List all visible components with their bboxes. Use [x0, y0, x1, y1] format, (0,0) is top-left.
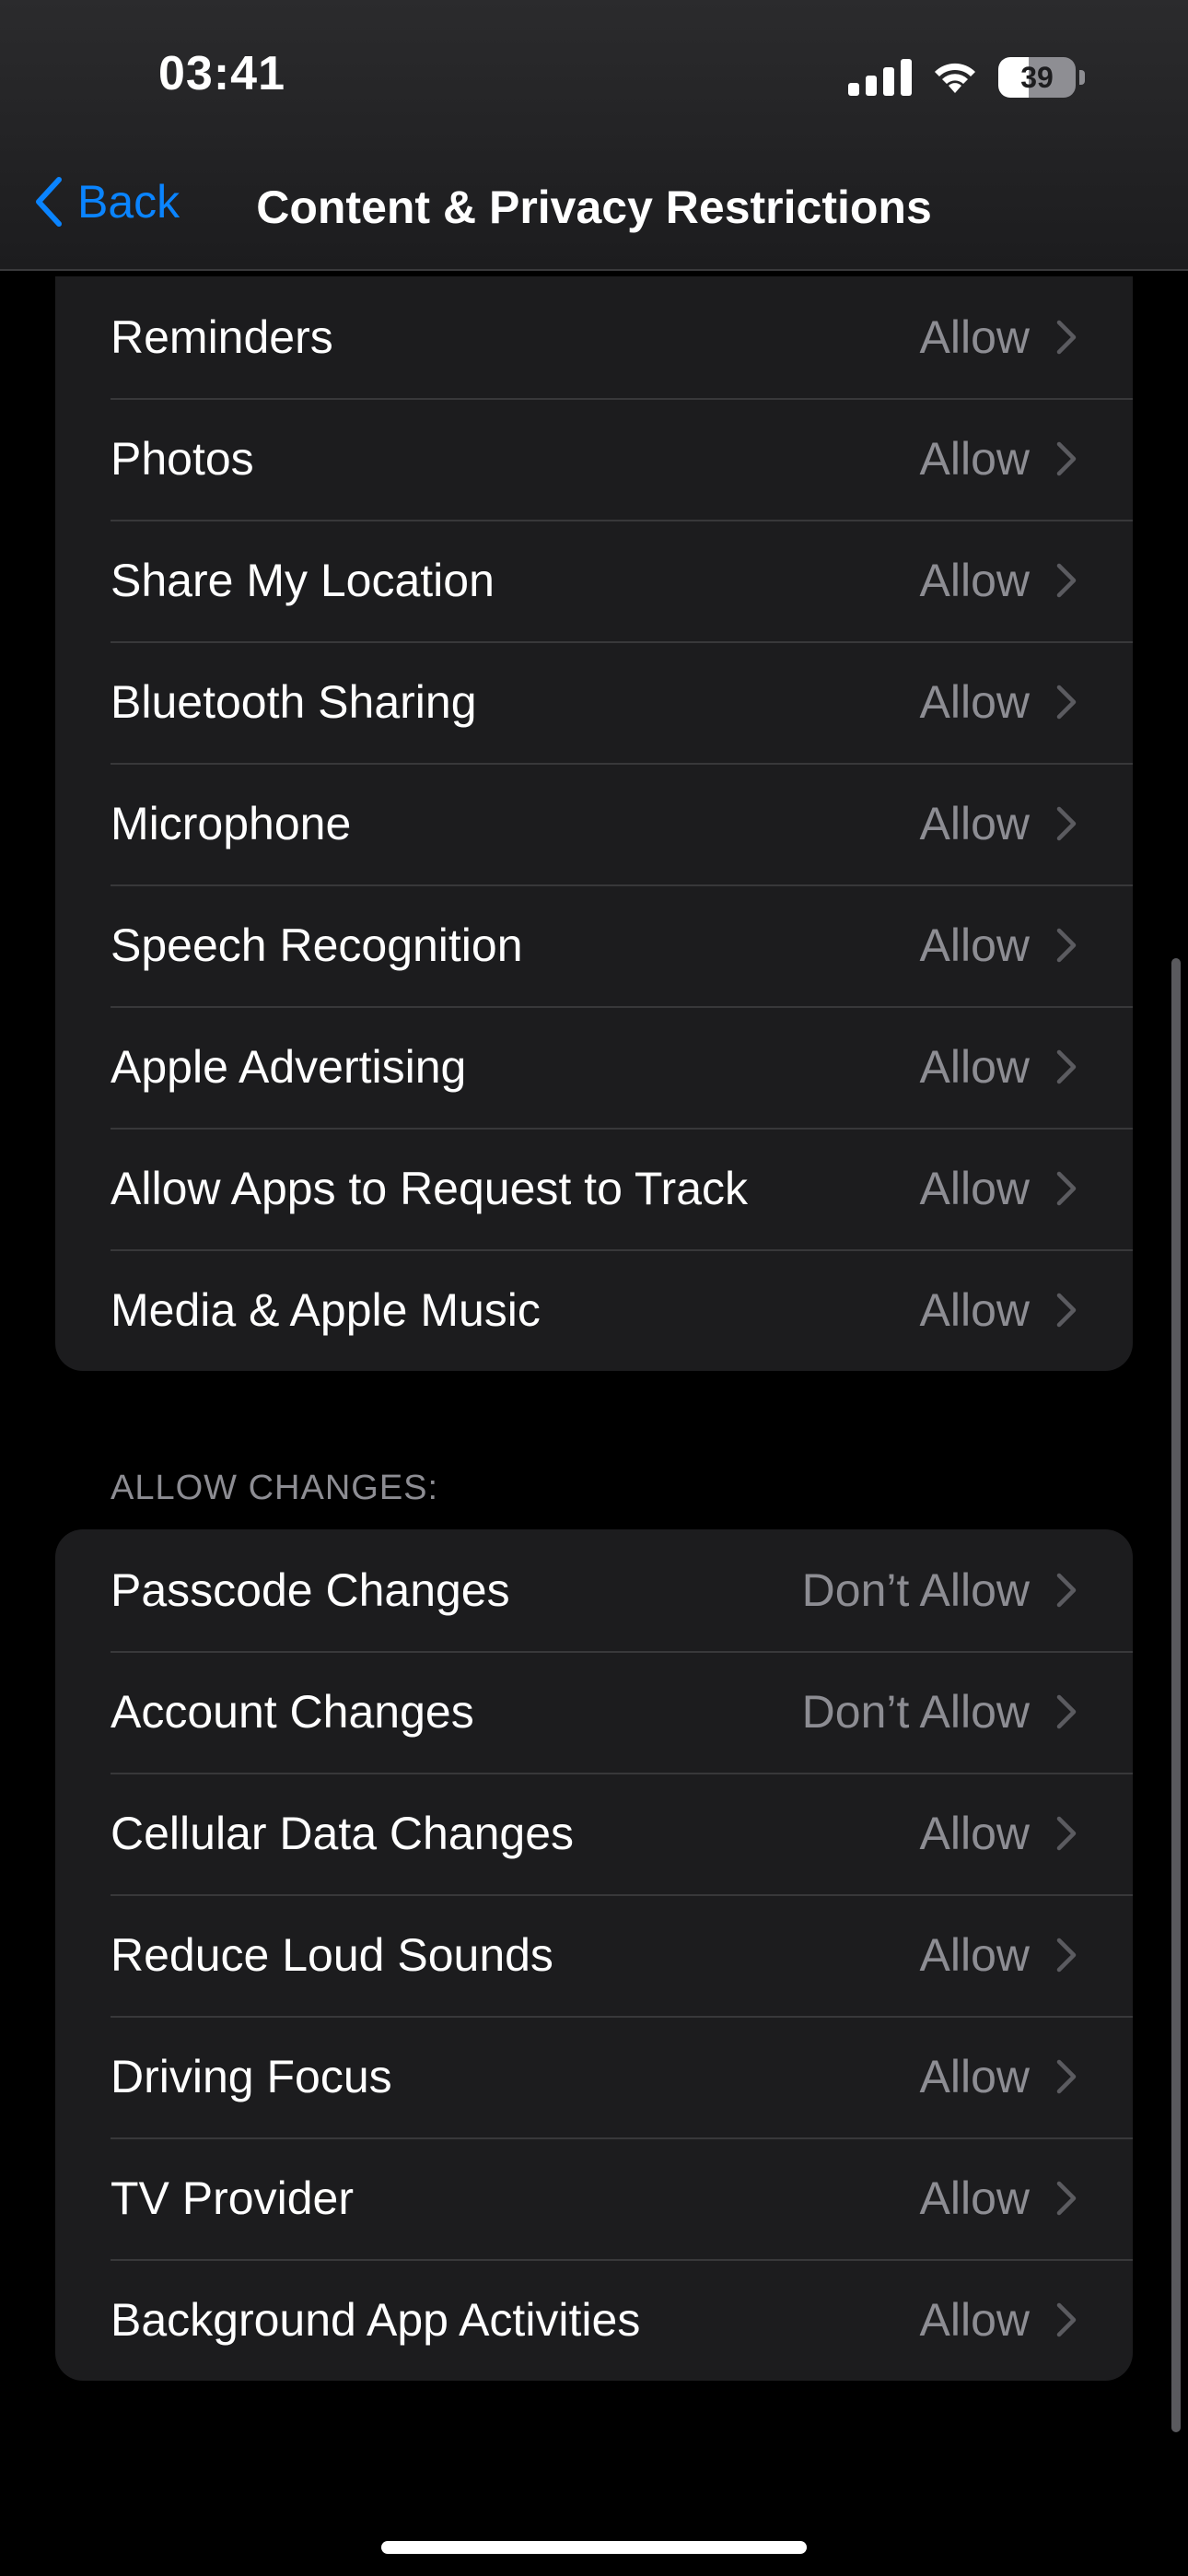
list-row-allow-apps-to-request-to-track[interactable]: Allow Apps to Request to Track Allow [55, 1128, 1133, 1249]
home-indicator[interactable] [381, 2541, 807, 2554]
row-label: Cellular Data Changes [111, 1808, 575, 1859]
chevron-right-icon [1056, 320, 1077, 355]
row-label: Allow Apps to Request to Track [111, 1163, 749, 1214]
battery-icon: 39 [998, 57, 1076, 98]
row-label: Bluetooth Sharing [111, 676, 477, 728]
row-value: Allow [919, 1163, 1030, 1214]
back-button[interactable]: Back [33, 175, 180, 228]
chevron-right-icon [1056, 2059, 1077, 2094]
list-row-driving-focus[interactable]: Driving Focus Allow [55, 2016, 1133, 2137]
chevron-right-icon [1056, 1694, 1077, 1729]
chevron-right-icon [1056, 1573, 1077, 1608]
chevron-right-icon [1056, 806, 1077, 841]
chevron-right-icon [1056, 1049, 1077, 1084]
row-value: Allow [919, 1041, 1030, 1093]
status-time: 03:41 [158, 47, 285, 100]
list-row-account-changes[interactable]: Account Changes Don’t Allow [55, 1651, 1133, 1773]
row-value: Allow [919, 676, 1030, 728]
navigation-header: 03:41 39 Content & Privacy Restrictions … [0, 0, 1188, 271]
list-row-passcode-changes[interactable]: Passcode Changes Don’t Allow [55, 1529, 1133, 1651]
row-value: Allow [919, 1284, 1030, 1336]
wifi-icon [935, 63, 975, 93]
row-label: Share My Location [111, 555, 495, 606]
list-row-reduce-loud-sounds[interactable]: Reduce Loud Sounds Allow [55, 1894, 1133, 2016]
chevron-right-icon [1056, 1171, 1077, 1206]
row-value: Allow [919, 798, 1030, 849]
list-row-background-app-activities[interactable]: Background App Activities Allow [55, 2259, 1133, 2381]
list-row-microphone[interactable]: Microphone Allow [55, 763, 1133, 884]
row-label: Media & Apple Music [111, 1284, 541, 1336]
chevron-right-icon [1056, 2302, 1077, 2337]
chevron-right-icon [1056, 2181, 1077, 2216]
row-value: Allow [919, 1808, 1030, 1859]
row-label: Photos [111, 433, 254, 485]
list-row-bluetooth-sharing[interactable]: Bluetooth Sharing Allow [55, 641, 1133, 763]
row-value: Allow [919, 2294, 1030, 2346]
list-row-tv-provider[interactable]: TV Provider Allow [55, 2137, 1133, 2259]
row-label: Apple Advertising [111, 1041, 467, 1093]
list-row-cellular-data-changes[interactable]: Cellular Data Changes Allow [55, 1773, 1133, 1894]
row-value: Allow [919, 1929, 1030, 1981]
row-label: TV Provider [111, 2172, 354, 2224]
list-row-media-apple-music[interactable]: Media & Apple Music Allow [55, 1249, 1133, 1371]
list-row-reminders[interactable]: Reminders Allow [55, 276, 1133, 398]
list-row-speech-recognition[interactable]: Speech Recognition Allow [55, 884, 1133, 1006]
privacy-settings-group: Reminders Allow Photos Allow Share My Lo… [55, 276, 1133, 1371]
row-value: Allow [919, 2051, 1030, 2102]
row-label: Reminders [111, 311, 333, 363]
row-value: Allow [919, 2172, 1030, 2224]
chevron-right-icon [1056, 685, 1077, 720]
list-row-share-my-location[interactable]: Share My Location Allow [55, 520, 1133, 641]
row-label: Background App Activities [111, 2294, 641, 2346]
row-label: Speech Recognition [111, 919, 523, 971]
battery-nub [1079, 70, 1085, 85]
list-row-photos[interactable]: Photos Allow [55, 398, 1133, 520]
row-value: Allow [919, 919, 1030, 971]
row-value: Allow [919, 555, 1030, 606]
row-value: Don’t Allow [801, 1686, 1030, 1738]
row-value: Allow [919, 433, 1030, 485]
scroll-indicator[interactable] [1171, 958, 1181, 2432]
chevron-right-icon [1056, 441, 1077, 476]
status-icons: 39 [848, 57, 1085, 98]
chevron-right-icon [1056, 563, 1077, 598]
row-label: Driving Focus [111, 2051, 392, 2102]
chevron-right-icon [1056, 1816, 1077, 1851]
section-header-allow-changes: ALLOW CHANGES: [111, 1469, 439, 1507]
list-row-apple-advertising[interactable]: Apple Advertising Allow [55, 1006, 1133, 1128]
row-label: Passcode Changes [111, 1564, 510, 1616]
row-label: Microphone [111, 798, 352, 849]
chevron-right-icon [1056, 928, 1077, 963]
row-value: Don’t Allow [801, 1564, 1030, 1616]
row-label: Reduce Loud Sounds [111, 1929, 553, 1981]
row-value: Allow [919, 311, 1030, 363]
cellular-signal-icon [848, 59, 912, 96]
chevron-left-icon [36, 177, 62, 227]
chevron-right-icon [1056, 1293, 1077, 1328]
battery-percentage: 39 [1020, 60, 1054, 94]
back-label: Back [77, 176, 181, 228]
chevron-right-icon [1056, 1938, 1077, 1973]
row-label: Account Changes [111, 1686, 474, 1738]
allow-changes-group: Passcode Changes Don’t Allow Account Cha… [55, 1529, 1133, 2381]
